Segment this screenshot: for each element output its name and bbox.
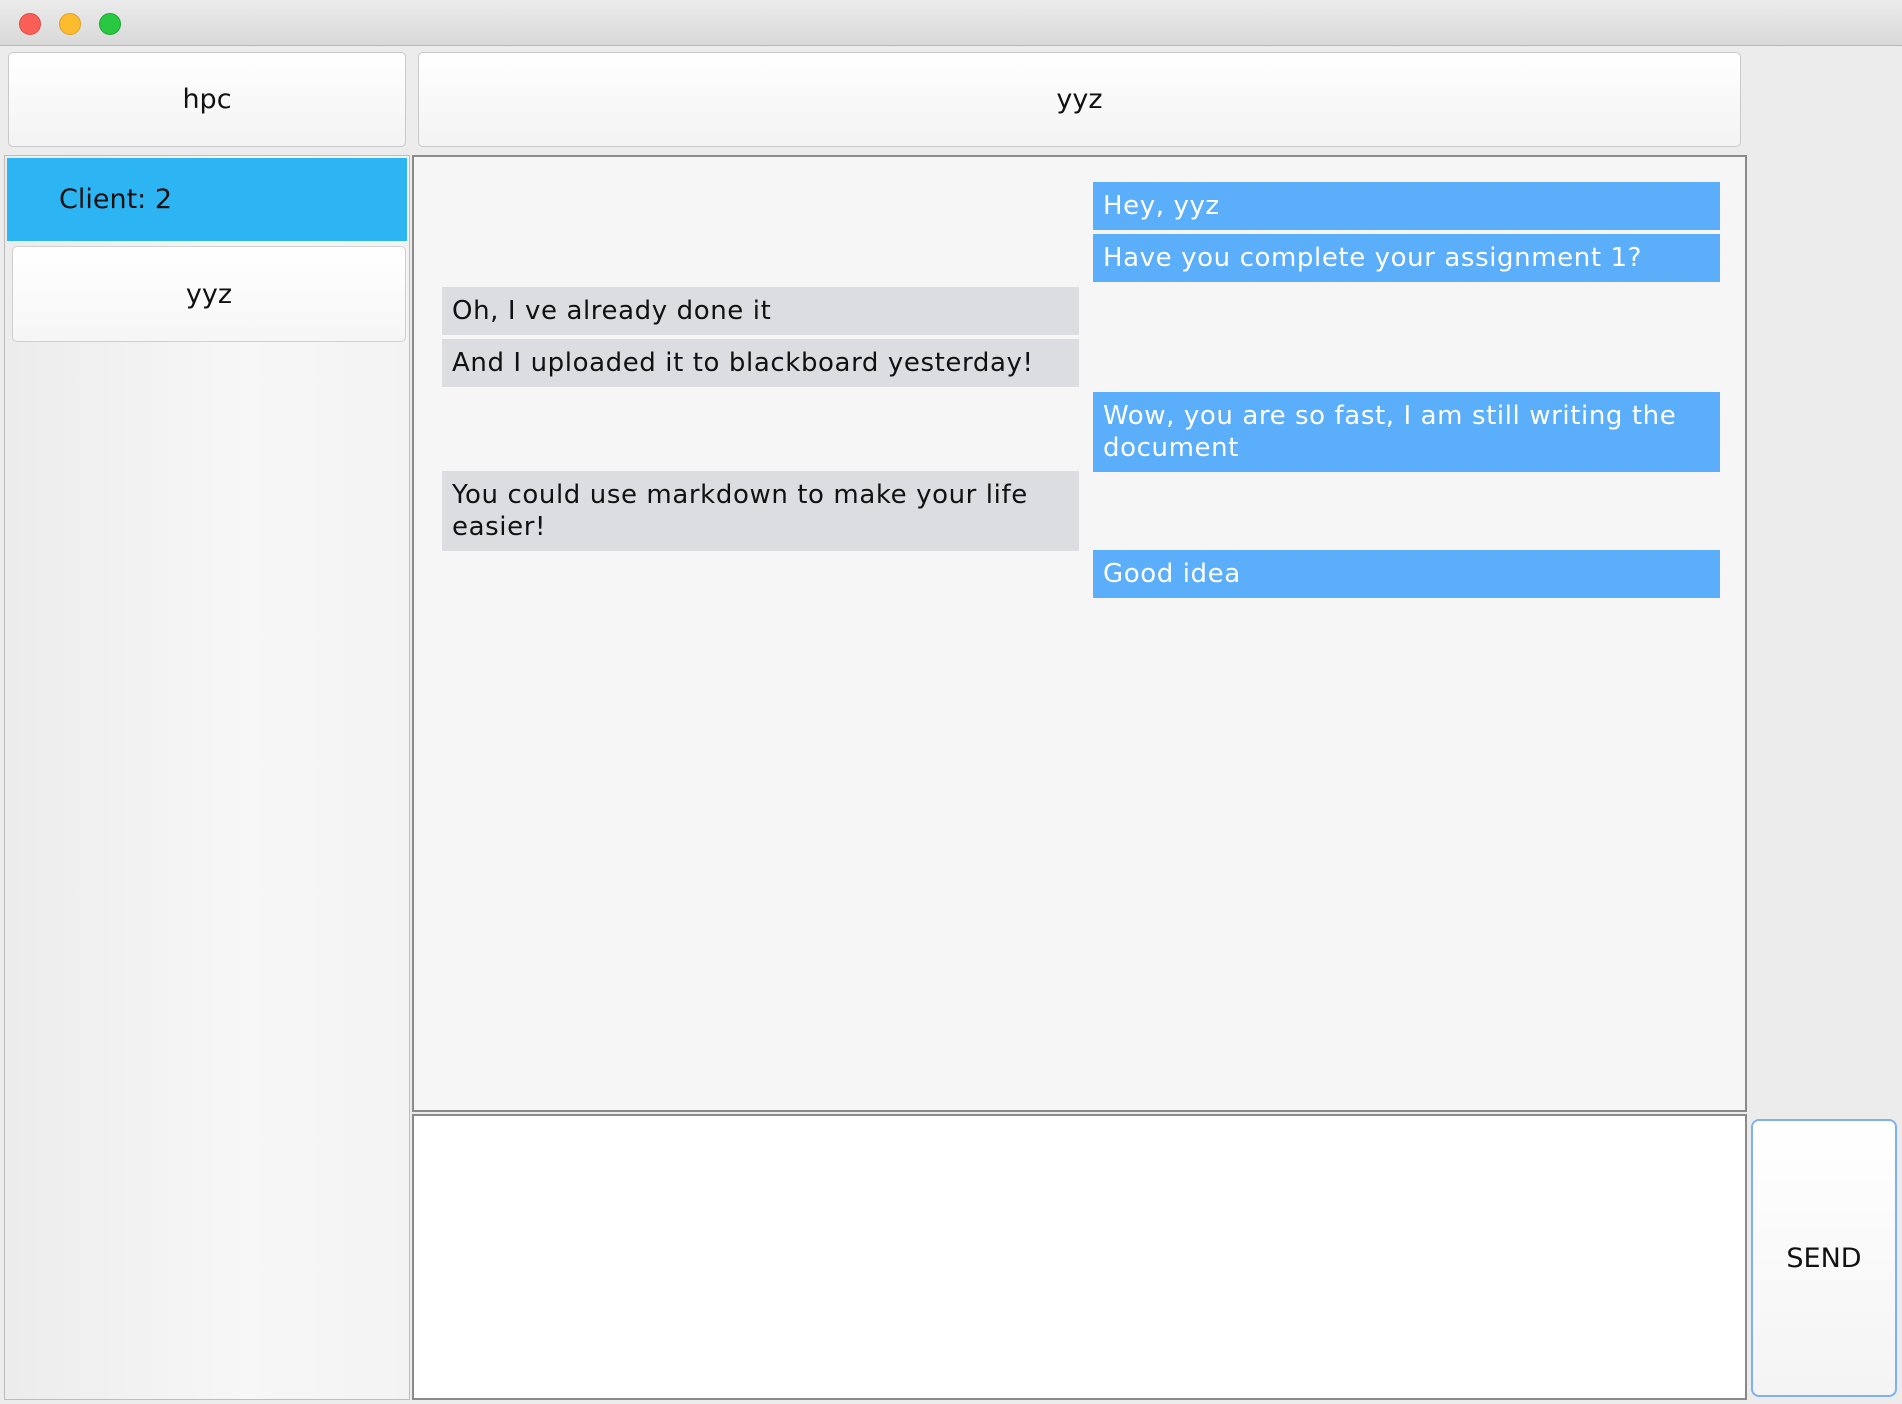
client-list-item[interactable]: yyz xyxy=(12,246,406,342)
title-bar xyxy=(0,0,1902,46)
client-sidebar: Client: 2 yyz xyxy=(4,155,410,1400)
received-message: Oh, I ve already done it xyxy=(442,287,1079,335)
sent-message: Have you complete your assignment 1? xyxy=(1093,234,1720,282)
sent-message: Hey, yyz xyxy=(1093,182,1720,230)
message-input[interactable] xyxy=(412,1114,1747,1400)
close-window-button[interactable] xyxy=(19,13,41,35)
minimize-window-button[interactable] xyxy=(59,13,81,35)
sent-message: Wow, you are so fast, I am still writing… xyxy=(1093,392,1720,472)
received-message: You could use markdown to make your life… xyxy=(442,471,1079,551)
chat-peer-label: yyz xyxy=(418,52,1741,147)
received-message: And I uploaded it to blackboard yesterda… xyxy=(442,339,1079,387)
chat-window: hpc yyz Client: 2 yyz Hey, yyz Have you … xyxy=(0,0,1902,1404)
sent-message: Good idea xyxy=(1093,550,1720,598)
client-count-header: Client: 2 xyxy=(7,158,407,241)
message-history: Hey, yyz Have you complete your assignme… xyxy=(412,155,1747,1112)
current-user-label: hpc xyxy=(8,52,406,147)
maximize-window-button[interactable] xyxy=(99,13,121,35)
send-button[interactable]: SEND xyxy=(1751,1119,1897,1397)
